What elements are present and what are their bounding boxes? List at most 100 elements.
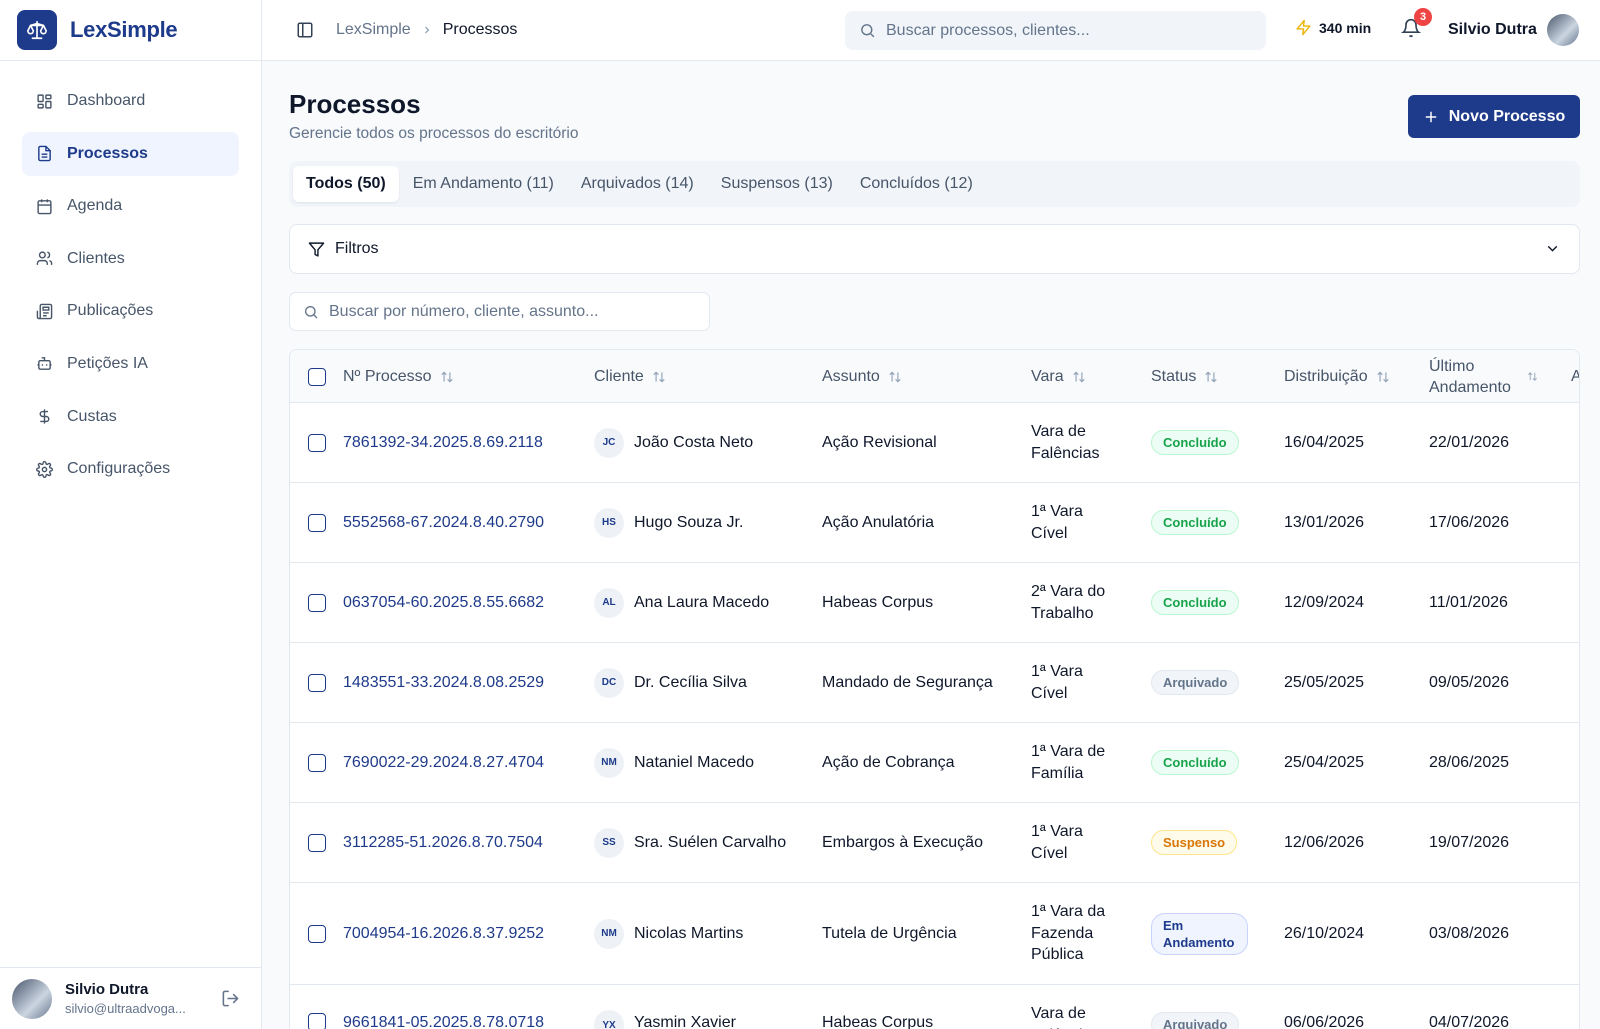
credits-indicator[interactable]: 340 min: [1295, 19, 1371, 36]
sidebar-item-label: Petições IA: [67, 354, 148, 372]
sidebar-item-label: Configurações: [67, 460, 171, 478]
filters-label: Filtros: [335, 240, 379, 257]
status-badge: Em Andamento: [1151, 912, 1248, 955]
process-number-link[interactable]: 9661841-05.2025.8.78.0718: [343, 985, 544, 1029]
column-header-assunto[interactable]: Assunto: [822, 350, 902, 403]
app-name: LexSimple: [70, 17, 178, 42]
distribution-date: 12/09/2024: [1284, 593, 1365, 611]
row-checkbox[interactable]: [308, 985, 326, 1029]
column-header-ultimo-andamento[interactable]: Último Andamento: [1429, 350, 1539, 403]
process-number-link[interactable]: 5552568-67.2024.8.40.2790: [343, 483, 544, 562]
new-process-button[interactable]: Novo Processo: [1408, 95, 1580, 138]
process-number-link[interactable]: 0637054-60.2025.8.55.6682: [343, 563, 544, 642]
status-cell: Arquivado: [1151, 985, 1240, 1029]
row-checkbox[interactable]: [308, 403, 326, 482]
column-header-vara[interactable]: Vara: [1031, 350, 1086, 403]
select-all-checkbox[interactable]: [308, 350, 326, 403]
header-user-name: Silvio Dutra: [1448, 21, 1537, 38]
table-row[interactable]: 9661841-05.2025.8.78.0718 YX Yasmin Xavie…: [290, 985, 1579, 1029]
global-search-input[interactable]: Buscar processos, clientes...: [845, 11, 1266, 50]
breadcrumb-root[interactable]: LexSimple: [336, 21, 411, 39]
avatar: [1546, 14, 1579, 46]
brand[interactable]: LexSimple: [0, 0, 261, 61]
process-number-link[interactable]: 3112285-51.2026.8.70.7504: [343, 803, 543, 882]
court-cell: 1ª Vara da Fazenda Pública: [1031, 903, 1106, 964]
status-cell: Em Andamento: [1151, 883, 1248, 984]
column-header-numero[interactable]: Nº Processo: [343, 350, 454, 403]
client-cell: DC Dr. Cecília Silva: [594, 643, 747, 722]
process-number-link[interactable]: 1483551-33.2024.8.08.2529: [343, 643, 544, 722]
tab-todos[interactable]: Todos (50): [293, 166, 399, 202]
sidebar-item-dashboard[interactable]: Dashboard: [22, 79, 239, 123]
row-checkbox[interactable]: [308, 563, 326, 642]
tab-arquivados[interactable]: Arquivados (14): [568, 166, 707, 202]
status-cell: Concluído: [1151, 483, 1239, 562]
sidebar-item-clientes[interactable]: Clientes: [22, 237, 239, 281]
dashboard-icon: [35, 92, 53, 110]
credits-value: 340 min: [1319, 19, 1372, 36]
status-badge: Arquivado: [1151, 670, 1240, 695]
last-update-date: 28/06/2025: [1429, 753, 1510, 771]
distribution-date: 06/06/2026: [1284, 1014, 1365, 1029]
row-checkbox[interactable]: [308, 883, 326, 984]
court-cell: 2ª Vara do Trabalho: [1031, 583, 1106, 622]
filter-icon: [308, 241, 325, 258]
sidebar-item-configuracoes[interactable]: Configurações: [22, 447, 239, 491]
row-checkbox[interactable]: [308, 643, 326, 722]
table-row[interactable]: 3112285-51.2026.8.70.7504 SS Sra. Suélen …: [290, 803, 1579, 883]
distribution-date: 25/05/2025: [1284, 673, 1365, 691]
table-row[interactable]: 5552568-67.2024.8.40.2790 HS Hugo Souza J…: [290, 483, 1579, 563]
sidebar-item-label: Processos: [67, 144, 148, 162]
main-content: Processos Gerencie todos os processos do…: [262, 61, 1600, 1029]
table-row[interactable]: 1483551-33.2024.8.08.2529 DC Dr. Cecília …: [290, 643, 1579, 723]
sidebar-toggle-icon[interactable]: [294, 19, 316, 41]
column-header-status[interactable]: Status: [1151, 350, 1218, 403]
top-header: LexSimple Processos Buscar processos, cl…: [262, 0, 1600, 61]
sidebar-item-custas[interactable]: Custas: [22, 395, 239, 439]
status-cell: Concluído: [1151, 723, 1239, 802]
table-row[interactable]: 0637054-60.2025.8.55.6682 AL Ana Laura Ma…: [290, 563, 1579, 643]
column-header-cliente[interactable]: Cliente: [594, 350, 666, 403]
subject-cell: Tutela de Urgência: [822, 924, 957, 942]
client-initials: AL: [594, 587, 624, 618]
subject-cell: Ação de Cobrança: [822, 753, 955, 771]
logout-icon[interactable]: [218, 987, 242, 1011]
table-search-input[interactable]: Buscar por número, cliente, assunto...: [289, 292, 710, 331]
tab-suspensos[interactable]: Suspensos (13): [708, 166, 846, 202]
sidebar-item-publicacoes[interactable]: Publicações: [22, 289, 239, 333]
process-number-link[interactable]: 7004954-16.2026.8.37.9252: [343, 883, 544, 984]
table-row[interactable]: 7690022-29.2024.8.27.4704 NM Nataniel Mac…: [290, 723, 1579, 803]
sort-icon: [888, 370, 902, 384]
scales-icon: [17, 10, 57, 50]
subject-cell: Habeas Corpus: [822, 593, 934, 611]
row-checkbox[interactable]: [308, 483, 326, 562]
table-row[interactable]: 7861392-34.2025.8.69.2118 JC João Costa N…: [290, 403, 1579, 483]
lightning-icon: [1295, 19, 1312, 36]
court-cell: Vara de Falências: [1031, 1005, 1099, 1029]
column-header-distribuicao[interactable]: Distribuição: [1284, 350, 1390, 403]
column-header-truncated[interactable]: A: [1571, 350, 1579, 403]
table-row[interactable]: 7004954-16.2026.8.37.9252 NM Nicolas Mart…: [290, 883, 1579, 985]
row-checkbox[interactable]: [308, 723, 326, 802]
sidebar-item-label: Publicações: [67, 302, 154, 320]
distribution-date: 13/01/2026: [1284, 513, 1365, 531]
status-badge: Suspenso: [1151, 830, 1238, 855]
tab-em-andamento[interactable]: Em Andamento (11): [400, 166, 567, 202]
client-initials: YX: [594, 1010, 624, 1029]
header-user-menu[interactable]: Silvio Dutra: [1448, 14, 1579, 46]
status-cell: Arquivado: [1151, 643, 1240, 722]
users-icon: [35, 250, 53, 268]
distribution-date: 16/04/2025: [1284, 433, 1365, 451]
row-checkbox[interactable]: [308, 803, 326, 882]
sidebar-item-processos[interactable]: Processos: [22, 131, 239, 176]
filters-panel[interactable]: Filtros: [289, 224, 1580, 274]
sidebar-item-peticoes-ia[interactable]: Petições IA: [22, 342, 239, 386]
process-number-link[interactable]: 7690022-29.2024.8.27.4704: [343, 723, 544, 802]
process-number-link[interactable]: 7861392-34.2025.8.69.2118: [343, 403, 543, 482]
sidebar-item-label: Agenda: [67, 197, 123, 215]
tab-concluidos[interactable]: Concluídos (12): [847, 166, 986, 202]
breadcrumb-current: Processos: [442, 21, 518, 38]
sidebar-item-agenda[interactable]: Agenda: [22, 184, 239, 228]
avatar[interactable]: [12, 978, 52, 1019]
dollar-icon: [35, 408, 53, 426]
